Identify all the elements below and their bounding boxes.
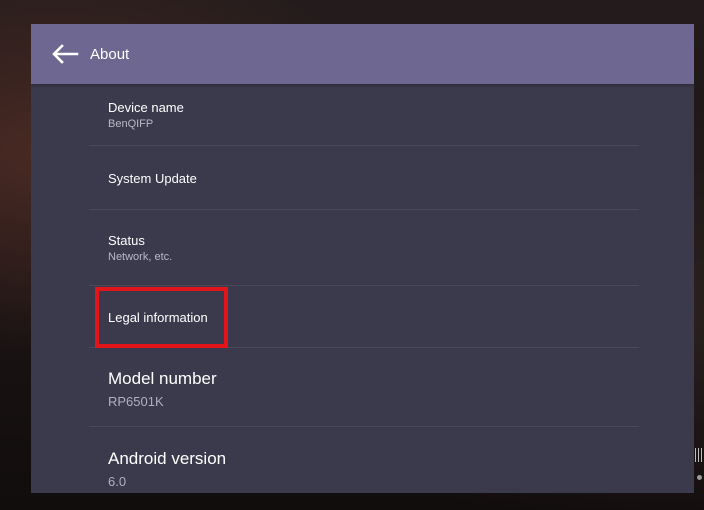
list-item-status[interactable]: Status Network, etc. (31, 210, 694, 286)
list-item-android-version[interactable]: Android version 6.0 (31, 427, 694, 493)
list-item-model-number[interactable]: Model number RP6501K (31, 348, 694, 427)
back-button[interactable] (43, 32, 87, 76)
settings-list: Device name BenQIFP System Update Status… (31, 84, 694, 493)
item-title: Android version (108, 449, 227, 468)
page-title: About (90, 45, 130, 63)
item-title: Device name (108, 100, 184, 115)
item-title: Legal information (108, 309, 208, 325)
about-settings-panel: About Device name BenQIFP System Update … (31, 24, 694, 493)
item-title: Model number (108, 369, 217, 388)
item-subtitle: 6.0 (108, 474, 127, 489)
item-subtitle: Network, etc. (108, 251, 173, 263)
arrow-left-icon (52, 44, 79, 64)
list-item-legal-information[interactable]: Legal information (31, 286, 694, 348)
item-subtitle: RP6501K (108, 394, 164, 409)
list-item-device-name[interactable]: Device name BenQIFP (31, 84, 694, 146)
item-title: System Update (108, 170, 197, 186)
app-bar: About (31, 24, 694, 84)
item-subtitle: BenQIFP (108, 118, 154, 130)
edge-indicator (694, 448, 702, 488)
list-item-system-update[interactable]: System Update (31, 146, 694, 210)
item-title: Status (108, 233, 145, 248)
